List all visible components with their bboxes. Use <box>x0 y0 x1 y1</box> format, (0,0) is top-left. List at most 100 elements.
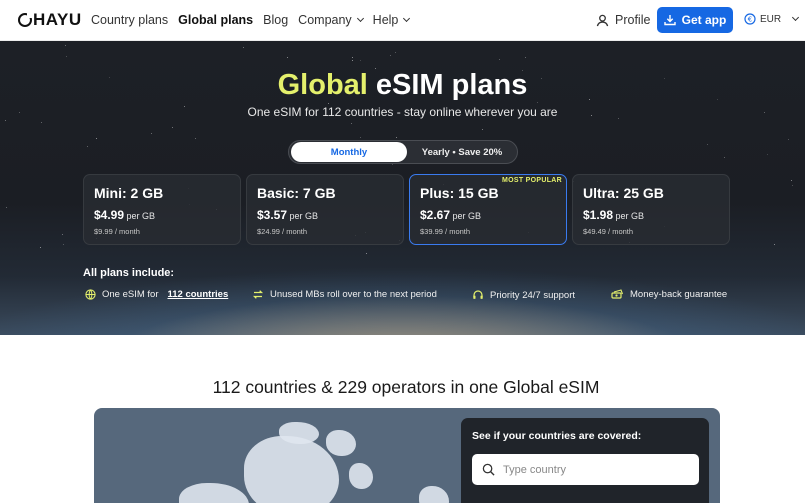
page-subtitle: One eSIM for 112 countries - stay online… <box>247 105 558 119</box>
title-rest: eSIM plans <box>367 69 528 101</box>
nav-company-label: Company <box>298 13 352 27</box>
plan-name: Basic: 7 GB <box>257 185 336 201</box>
star-dot <box>352 57 353 58</box>
plan-monthly-price: $24.99 / month <box>257 227 308 236</box>
plan-monthly-price: $39.99 / month <box>420 227 471 236</box>
feature-text: One eSIM for <box>102 289 159 300</box>
star-dot <box>65 45 66 46</box>
plan-monthly-price: $9.99 / month <box>94 227 140 236</box>
star-dot <box>40 247 41 248</box>
get-app-label: Get app <box>681 13 727 27</box>
plan-price-unit: per GB <box>452 211 482 221</box>
star-dot <box>328 103 329 104</box>
plan-price: $3.57 per GB <box>257 208 393 222</box>
star-dot <box>62 234 63 235</box>
star-dot <box>63 244 64 245</box>
includes-title: All plans include: <box>83 267 175 279</box>
feature-text: Unused MBs roll over to the next period <box>270 289 437 300</box>
map-landmass <box>326 430 356 456</box>
star-dot <box>792 185 793 186</box>
star-dot <box>774 244 775 245</box>
top-navigation: HAYU Country plans Global plans Blog Com… <box>0 0 805 41</box>
star-dot <box>87 146 88 147</box>
main-nav: Country plans Global plans Blog Company … <box>91 13 411 27</box>
toggle-monthly[interactable]: Monthly <box>291 142 407 162</box>
star-dot <box>172 127 173 128</box>
coverage-check-label: See if your countries are covered: <box>472 430 642 442</box>
profile-link[interactable]: Profile <box>596 13 650 27</box>
toggle-yearly[interactable]: Yearly • Save 20% <box>407 142 517 162</box>
plan-name: Plus: 15 GB <box>420 185 499 201</box>
nav-help-label: Help <box>372 13 399 27</box>
plan-price-unit: per GB <box>615 211 645 221</box>
country-search[interactable] <box>472 454 699 485</box>
map-landmass <box>349 463 373 489</box>
star-dot <box>5 120 6 121</box>
star-dot <box>707 144 708 145</box>
chevron-down-icon <box>356 14 364 23</box>
coverage-title: 112 countries & 229 operators in one Glo… <box>212 377 600 397</box>
nav-blog[interactable]: Blog <box>263 13 288 27</box>
plan-card-ultra[interactable]: Ultra: 25 GB $1.98 per GB $49.49 / month <box>572 174 730 245</box>
plan-name: Ultra: 25 GB <box>583 185 664 201</box>
plan-card-plus[interactable]: MOST POPULAR Plus: 15 GB $2.67 per GB $3… <box>409 174 567 245</box>
brand-logo[interactable]: HAYU <box>18 10 82 30</box>
user-icon <box>596 14 609 26</box>
nav-global-plans[interactable]: Global plans <box>178 13 253 27</box>
star-dot <box>287 57 288 58</box>
plan-price-value: $4.99 <box>94 208 125 222</box>
star-dot <box>151 133 152 134</box>
page-title: Global eSIM plans <box>0 69 805 102</box>
nav-help[interactable]: Help <box>372 13 411 27</box>
feature-text: Priority 24/7 support <box>490 289 576 301</box>
star-dot <box>41 122 42 123</box>
feature-support: Priority 24/7 support <box>472 289 575 301</box>
map-landmass <box>279 422 319 444</box>
plan-price: $1.98 per GB <box>583 208 719 222</box>
star-dot <box>360 60 361 61</box>
logo-ring-icon <box>18 12 33 27</box>
star-dot <box>195 138 196 139</box>
most-popular-badge: MOST POPULAR <box>502 177 562 184</box>
nav-country-plans[interactable]: Country plans <box>91 13 168 27</box>
star-dot <box>788 139 789 140</box>
star-dot <box>767 154 768 155</box>
country-search-input[interactable] <box>503 463 683 476</box>
feature-guarantee: Money-back guarantee <box>611 289 727 300</box>
map-landmass <box>179 483 249 503</box>
billing-toggle: Monthly Yearly • Save 20% <box>288 140 518 164</box>
get-app-button[interactable]: Get app <box>657 7 733 33</box>
euro-icon: € <box>744 13 756 25</box>
feature-rollover: Unused MBs roll over to the next period <box>252 289 437 300</box>
globe-icon <box>85 289 96 300</box>
star-dot <box>724 157 725 158</box>
star-dot <box>482 129 483 130</box>
svg-text:€: € <box>748 16 752 24</box>
money-icon <box>611 289 624 299</box>
star-dot <box>525 57 526 58</box>
plan-card-basic[interactable]: Basic: 7 GB $3.57 per GB $24.99 / month <box>246 174 404 245</box>
plan-price: $4.99 per GB <box>94 208 230 222</box>
star-dot <box>96 138 97 139</box>
star-dot <box>6 207 7 208</box>
headset-icon <box>473 290 483 299</box>
plan-monthly-price: $49.49 / month <box>583 227 634 236</box>
nav-company[interactable]: Company <box>298 13 364 27</box>
star-dot <box>499 59 500 60</box>
star-dot <box>537 102 538 103</box>
plan-price-value: $3.57 <box>257 208 288 222</box>
plan-card-mini[interactable]: Mini: 2 GB $4.99 per GB $9.99 / month <box>83 174 241 245</box>
currency-selector[interactable]: € EUR <box>744 13 800 25</box>
chevron-down-icon <box>792 13 800 22</box>
star-dot <box>396 137 397 138</box>
search-icon <box>482 463 495 476</box>
brand-name: HAYU <box>33 10 82 29</box>
star-dot <box>791 180 792 181</box>
rollover-icon <box>252 290 264 299</box>
star-dot <box>243 47 244 48</box>
star-dot <box>351 123 352 124</box>
countries-link[interactable]: 112 countries <box>168 289 229 300</box>
star-dot <box>352 60 353 61</box>
plan-price-unit: per GB <box>289 211 319 221</box>
star-dot <box>366 253 367 254</box>
